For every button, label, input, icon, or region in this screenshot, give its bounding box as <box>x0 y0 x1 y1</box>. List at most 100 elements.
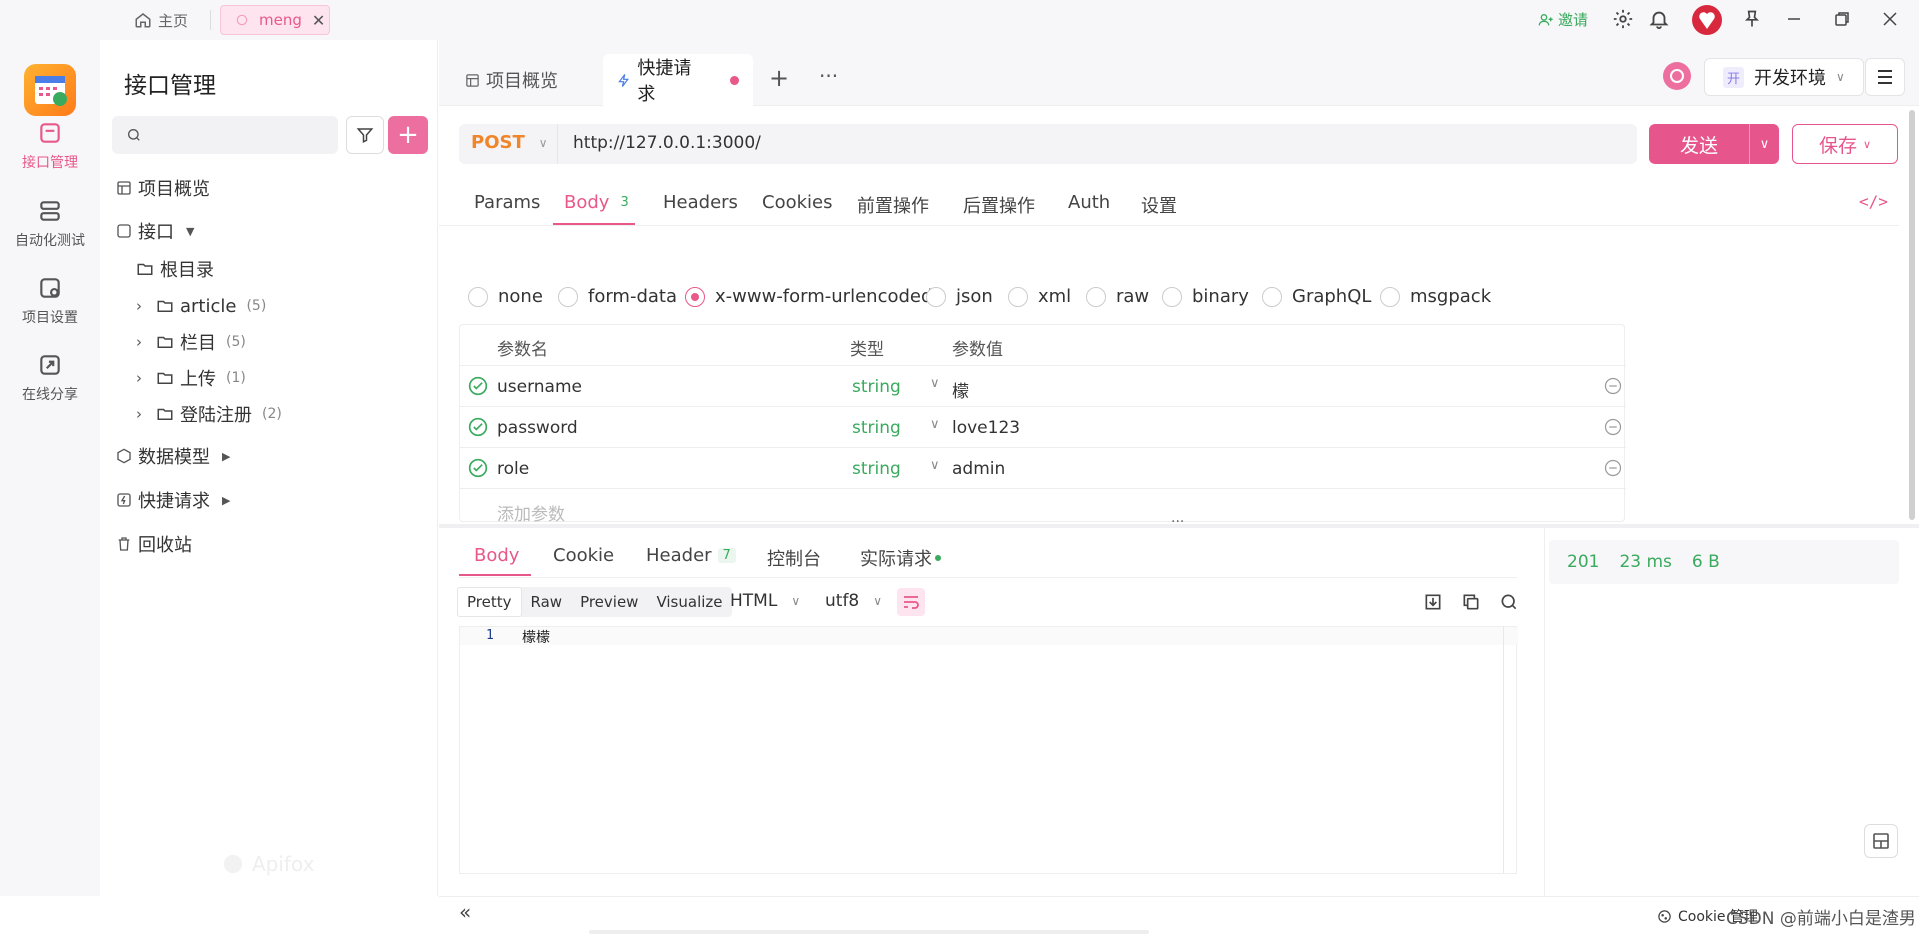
param-type[interactable]: string <box>852 459 901 479</box>
download-icon[interactable] <box>1423 592 1443 612</box>
check-circle-icon[interactable] <box>468 458 488 478</box>
tab-body[interactable]: Body 3 <box>564 192 634 213</box>
response-editor[interactable]: 1 檬檬 <box>459 626 1518 874</box>
chevron-down-icon[interactable]: ∨ <box>930 417 940 432</box>
check-circle-icon[interactable] <box>468 417 488 437</box>
home-tab[interactable]: 主页 <box>134 9 188 31</box>
param-type[interactable]: string <box>852 418 901 438</box>
tab-post-ops[interactable]: 后置操作 <box>963 192 1035 218</box>
response-tab-cookie[interactable]: Cookie <box>553 545 614 566</box>
copy-icon[interactable] <box>1461 592 1481 612</box>
pin-icon[interactable] <box>1742 9 1762 29</box>
code-icon[interactable]: </> <box>1859 192 1888 211</box>
tree-item-folder[interactable]: › 上传 (1) <box>136 363 246 393</box>
menu-button[interactable] <box>1865 58 1905 96</box>
environment-select[interactable]: 开 开发环境 ∨ <box>1704 58 1864 96</box>
radio-msgpack[interactable]: msgpack <box>1380 286 1491 307</box>
tab-headers[interactable]: Headers <box>663 192 738 213</box>
tree-item-interfaces[interactable]: 接口 ▼ <box>116 216 194 246</box>
vertical-scrollbar[interactable] <box>1907 106 1917 526</box>
tree-item-overview[interactable]: 项目概览 <box>116 173 210 203</box>
more-icon[interactable]: ··· <box>819 64 838 88</box>
radio-json[interactable]: json <box>926 286 993 307</box>
chevron-down-icon[interactable]: ∨ <box>1750 137 1779 152</box>
restore-icon[interactable] <box>1832 9 1852 29</box>
tree-item-quick-request[interactable]: 快捷请求 ▶ <box>116 485 230 515</box>
param-name[interactable]: password <box>497 418 578 438</box>
project-tab[interactable]: meng ✕ <box>220 5 330 35</box>
param-name[interactable]: role <box>497 459 529 479</box>
drag-handle-icon[interactable]: ··· <box>1171 514 1184 530</box>
rail-item-api[interactable]: 接口管理 <box>0 120 100 172</box>
encoding-select[interactable]: utf8 ∨ <box>825 591 882 611</box>
remove-icon[interactable] <box>1604 377 1622 395</box>
close-window-icon[interactable] <box>1880 9 1900 29</box>
word-wrap-button[interactable] <box>897 588 925 616</box>
radio-raw[interactable]: raw <box>1086 286 1149 307</box>
filter-button[interactable] <box>346 116 384 154</box>
settings-icon[interactable] <box>1612 8 1634 30</box>
invite-button[interactable]: 邀请 <box>1538 9 1588 30</box>
view-mode-pretty[interactable]: Pretty <box>457 587 522 617</box>
tab-params[interactable]: Params <box>474 192 540 213</box>
collapse-sidebar-icon[interactable]: « <box>459 900 471 924</box>
tree-item-folder[interactable]: › 栏目 (5) <box>136 327 246 357</box>
tab-overview[interactable]: 项目概览 <box>451 54 572 106</box>
tree-item-recycle[interactable]: 回收站 <box>116 529 192 559</box>
view-mode-raw[interactable]: Raw <box>522 588 572 616</box>
add-param-row[interactable]: 添加参数 <box>460 488 1626 525</box>
response-tab-console[interactable]: 控制台 <box>767 545 821 571</box>
tree-item-folder[interactable]: › 登陆注册 (2) <box>136 399 282 429</box>
format-select[interactable]: HTML ∨ <box>730 591 800 611</box>
radio-form-data[interactable]: form-data <box>558 286 677 307</box>
horizontal-scrollbar[interactable] <box>589 930 1149 934</box>
sync-button[interactable] <box>1663 62 1691 90</box>
add-tab-button[interactable]: + <box>769 66 789 90</box>
send-button[interactable]: 发送 ∨ <box>1649 124 1779 164</box>
tree-item-data-model[interactable]: 数据模型 ▶ <box>116 441 230 471</box>
param-value[interactable]: 檬 <box>952 377 969 402</box>
param-type[interactable]: string <box>852 377 901 397</box>
radio-xml[interactable]: xml <box>1008 286 1071 307</box>
tab-quick-request[interactable]: 快捷请求 <box>603 54 753 106</box>
tree-item-folder[interactable]: › article (5) <box>136 291 266 321</box>
radio-urlencoded[interactable]: x-www-form-urlencoded <box>685 286 932 307</box>
tree-item-root[interactable]: 根目录 <box>136 254 214 284</box>
param-value[interactable]: love123 <box>952 418 1020 438</box>
editor-scrollbar[interactable] <box>1503 627 1517 873</box>
response-tab-header[interactable]: Header 7 <box>646 545 736 566</box>
rail-item-automation[interactable]: 自动化测试 <box>0 198 100 250</box>
tab-pre-ops[interactable]: 前置操作 <box>857 192 929 218</box>
param-value[interactable]: admin <box>952 459 1005 479</box>
method-select[interactable]: POST ∨ <box>471 132 548 153</box>
radio-graphql[interactable]: GraphQL <box>1262 286 1371 307</box>
avatar[interactable] <box>1692 5 1722 35</box>
layout-toggle-button[interactable] <box>1864 824 1898 858</box>
search-input[interactable] <box>112 116 338 154</box>
scrollbar-thumb[interactable] <box>1909 110 1915 520</box>
view-mode-preview[interactable]: Preview <box>571 588 647 616</box>
url-input[interactable]: http://127.0.0.1:3000/ <box>573 133 761 153</box>
response-tab-actual-request[interactable]: 实际请求 <box>860 545 941 571</box>
view-mode-visualize[interactable]: Visualize <box>647 588 731 616</box>
rail-item-share[interactable]: 在线分享 <box>0 352 100 404</box>
save-button[interactable]: 保存 ∨ <box>1792 124 1898 164</box>
tab-auth[interactable]: Auth <box>1068 192 1110 213</box>
close-icon[interactable]: ✕ <box>312 11 325 30</box>
bell-icon[interactable] <box>1648 8 1670 30</box>
remove-icon[interactable] <box>1604 459 1622 477</box>
response-tab-body[interactable]: Body <box>474 545 519 566</box>
param-name[interactable]: username <box>497 377 582 397</box>
chevron-down-icon[interactable]: ∨ <box>930 458 940 473</box>
check-circle-icon[interactable] <box>468 376 488 396</box>
search-icon[interactable] <box>1499 592 1519 612</box>
minimize-icon[interactable] <box>1784 9 1804 29</box>
radio-none[interactable]: none <box>468 286 543 307</box>
chevron-down-icon[interactable]: ∨ <box>930 376 940 391</box>
radio-binary[interactable]: binary <box>1162 286 1249 307</box>
add-button[interactable]: + <box>388 116 428 154</box>
tab-cookies[interactable]: Cookies <box>762 192 832 213</box>
remove-icon[interactable] <box>1604 418 1622 436</box>
tab-settings[interactable]: 设置 <box>1141 192 1177 218</box>
rail-item-project-settings[interactable]: 项目设置 <box>0 275 100 327</box>
